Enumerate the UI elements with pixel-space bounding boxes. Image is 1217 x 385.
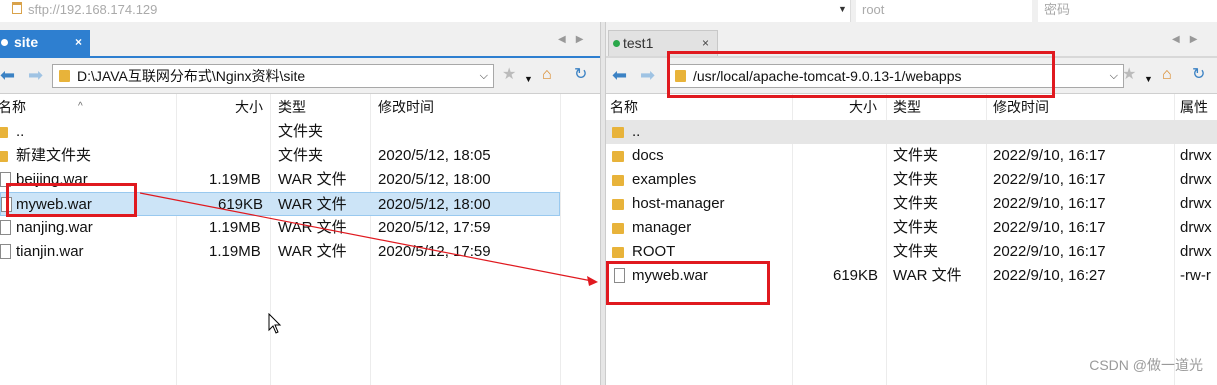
folder-icon xyxy=(0,127,8,138)
chevron-down-icon[interactable]: ⌵ xyxy=(1110,65,1118,87)
local-path-text: D:\JAVA互联网分布式\Nginx资料\site xyxy=(77,68,306,84)
highlight-box-target xyxy=(606,261,770,305)
chevron-down-icon[interactable]: ▼ xyxy=(838,4,847,14)
connection-url-field[interactable]: sftp://192.168.174.129 xyxy=(0,0,851,22)
tab-site[interactable]: site × xyxy=(0,30,90,56)
password-field[interactable]: 密码 xyxy=(1038,0,1217,22)
file-icon xyxy=(0,244,11,259)
local-toolbar: ⬅ ➡ D:\JAVA互联网分布式\Nginx资料\site ⌵ ★ ▼ ⌂ ↻ xyxy=(0,56,600,94)
folder-icon xyxy=(612,247,624,258)
list-item[interactable]: tianjin.war 1.19MB WAR 文件 2020/5/12, 17:… xyxy=(0,240,600,264)
local-column-headers: ^ 名称 大小 类型 修改时间 xyxy=(0,94,600,385)
local-path-input[interactable]: D:\JAVA互联网分布式\Nginx资料\site ⌵ xyxy=(52,64,494,88)
column-size[interactable]: 大小 xyxy=(235,94,263,120)
folder-icon xyxy=(612,199,624,210)
list-item[interactable]: nanjing.war 1.19MB WAR 文件 2020/5/12, 17:… xyxy=(0,216,600,240)
username-field[interactable]: root xyxy=(856,0,1032,22)
connection-bar: sftp://192.168.174.129 ▼ root 密码 xyxy=(0,0,1217,23)
list-item[interactable]: host-manager 文件夹 2022/9/10, 16:17 drwx xyxy=(606,192,1217,216)
column-attrs[interactable]: 属性 xyxy=(1180,94,1208,120)
folder-icon xyxy=(612,223,624,234)
star-icon[interactable]: ★ xyxy=(502,66,516,84)
home-icon[interactable]: ⌂ xyxy=(542,66,552,84)
column-modified[interactable]: 修改时间 xyxy=(378,94,434,120)
connection-url-text: sftp://192.168.174.129 xyxy=(28,2,158,17)
status-dot-icon xyxy=(1,39,8,46)
list-item[interactable]: examples 文件夹 2022/9/10, 16:17 drwx xyxy=(606,168,1217,192)
highlight-box-path xyxy=(667,51,1055,98)
folder-icon xyxy=(59,70,70,82)
tab-label: test1 xyxy=(623,35,654,51)
file-icon xyxy=(0,220,11,235)
list-item[interactable]: 新建文件夹 文件夹 2020/5/12, 18:05 xyxy=(0,144,600,168)
refresh-icon[interactable]: ↻ xyxy=(1192,66,1205,84)
highlight-box-source xyxy=(6,183,137,217)
watermark: CSDN @做一道光 xyxy=(1089,357,1203,373)
folder-icon xyxy=(612,175,624,186)
list-item[interactable]: .. xyxy=(606,120,1217,144)
sort-caret-icon: ^ xyxy=(78,101,83,112)
list-item[interactable]: .. 文件夹 xyxy=(0,120,600,144)
folder-icon xyxy=(612,127,624,138)
forward-arrow-icon[interactable]: ➡ xyxy=(28,66,43,84)
tab-label: site xyxy=(14,34,39,50)
column-name[interactable]: 名称 xyxy=(0,94,26,120)
back-arrow-icon[interactable]: ⬅ xyxy=(0,66,15,84)
tab-scroll-arrows-icon[interactable]: ◀▶ xyxy=(558,34,593,45)
star-icon[interactable]: ★ xyxy=(1122,66,1136,84)
lock-icon xyxy=(12,2,22,14)
column-name[interactable]: 名称 xyxy=(610,94,638,120)
mouse-cursor-icon xyxy=(268,313,282,334)
close-icon[interactable]: × xyxy=(75,30,82,54)
list-item[interactable]: docs 文件夹 2022/9/10, 16:17 drwx xyxy=(606,144,1217,168)
chevron-down-icon[interactable]: ⌵ xyxy=(480,65,488,87)
column-type[interactable]: 类型 xyxy=(278,94,306,120)
folder-icon xyxy=(612,151,624,162)
back-arrow-icon[interactable]: ⬅ xyxy=(612,66,627,84)
chevron-down-icon[interactable]: ▼ xyxy=(1144,70,1153,88)
chevron-down-icon[interactable]: ▼ xyxy=(524,70,533,88)
list-item[interactable]: manager 文件夹 2022/9/10, 16:17 drwx xyxy=(606,216,1217,240)
tab-scroll-arrows-icon[interactable]: ◀▶ xyxy=(1172,34,1207,45)
local-tabstrip: site × ◀▶ xyxy=(0,22,600,56)
refresh-icon[interactable]: ↻ xyxy=(574,66,587,84)
forward-arrow-icon[interactable]: ➡ xyxy=(640,66,655,84)
status-dot-icon xyxy=(613,40,620,47)
home-icon[interactable]: ⌂ xyxy=(1162,66,1172,84)
folder-icon xyxy=(0,151,8,162)
